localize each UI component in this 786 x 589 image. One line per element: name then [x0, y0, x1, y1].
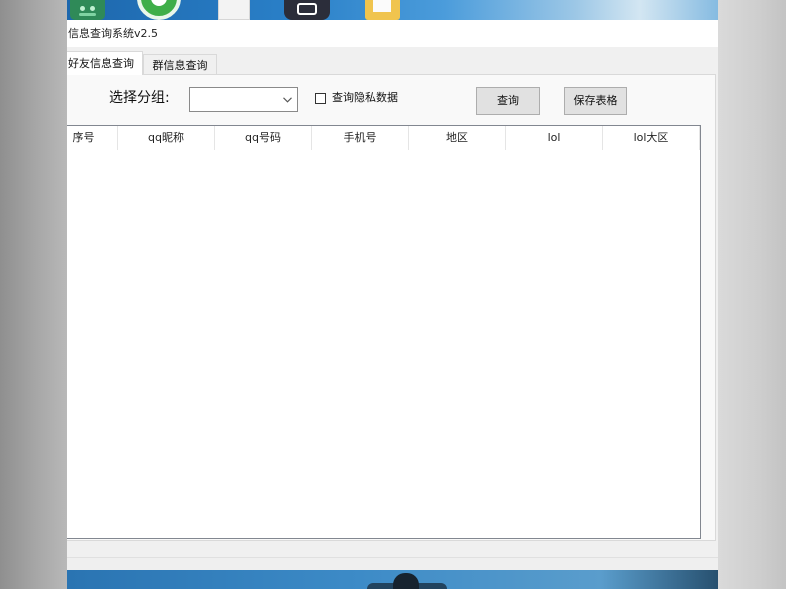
window-title: 信息查询系统v2.5 — [68, 27, 159, 40]
folder-icon[interactable] — [365, 0, 400, 20]
column-header-qq-number[interactable]: qq号码 — [215, 126, 312, 150]
column-header-region[interactable]: 地区 — [409, 126, 506, 150]
chevron-down-icon — [283, 97, 292, 103]
android-eye-left — [80, 6, 85, 11]
folder-page — [373, 0, 391, 12]
list-header: 序号 qq昵称 qq号码 手机号 地区 lol lol大区 — [67, 126, 700, 150]
bilibili-tv-shape — [297, 3, 317, 15]
group-select-dropdown[interactable] — [189, 87, 298, 112]
green-circle-app-icon[interactable] — [137, 0, 181, 20]
photo-margin-left — [0, 0, 67, 589]
save-table-button[interactable]: 保存表格 — [564, 87, 627, 115]
desktop-wallpaper-top — [67, 0, 718, 20]
android-mouth — [79, 13, 96, 16]
column-header-index[interactable]: 序号 — [67, 126, 118, 150]
group-select-label: 选择分组: — [109, 90, 170, 106]
desktop-wallpaper-bottom — [67, 570, 718, 589]
green-circle-core — [151, 0, 167, 6]
wallpaper-figure — [393, 573, 419, 589]
column-header-lol[interactable]: lol — [506, 126, 603, 150]
bilibili-icon[interactable] — [284, 0, 330, 20]
app-window: 信息查询系统v2.5 好友信息查询 群信息查询 选择分组: 查询隐私数据 查询 … — [67, 20, 718, 570]
android-eye-right — [90, 6, 95, 11]
tab-friend-info-query[interactable]: 好友信息查询 — [67, 51, 143, 75]
privacy-data-checkbox-label[interactable]: 查询隐私数据 — [332, 91, 398, 104]
column-header-lol-server[interactable]: lol大区 — [603, 126, 700, 150]
document-icon[interactable] — [218, 0, 250, 20]
status-bar — [67, 557, 718, 570]
results-list-view[interactable]: 序号 qq昵称 qq号码 手机号 地区 lol lol大区 — [67, 125, 701, 539]
query-button[interactable]: 查询 — [476, 87, 540, 115]
tab-group-info-query[interactable]: 群信息查询 — [143, 54, 217, 75]
column-header-qq-nickname[interactable]: qq昵称 — [118, 126, 215, 150]
list-body[interactable] — [67, 150, 700, 538]
tab-page-friend-info: 选择分组: 查询隐私数据 查询 保存表格 序号 qq昵称 qq号码 手机号 地区… — [67, 74, 716, 541]
title-bar[interactable]: 信息查询系统v2.5 — [67, 20, 718, 47]
android-app-icon[interactable] — [70, 0, 105, 20]
privacy-data-checkbox[interactable] — [315, 93, 326, 104]
photo-margin-right — [718, 0, 786, 589]
column-header-phone[interactable]: 手机号 — [312, 126, 409, 150]
